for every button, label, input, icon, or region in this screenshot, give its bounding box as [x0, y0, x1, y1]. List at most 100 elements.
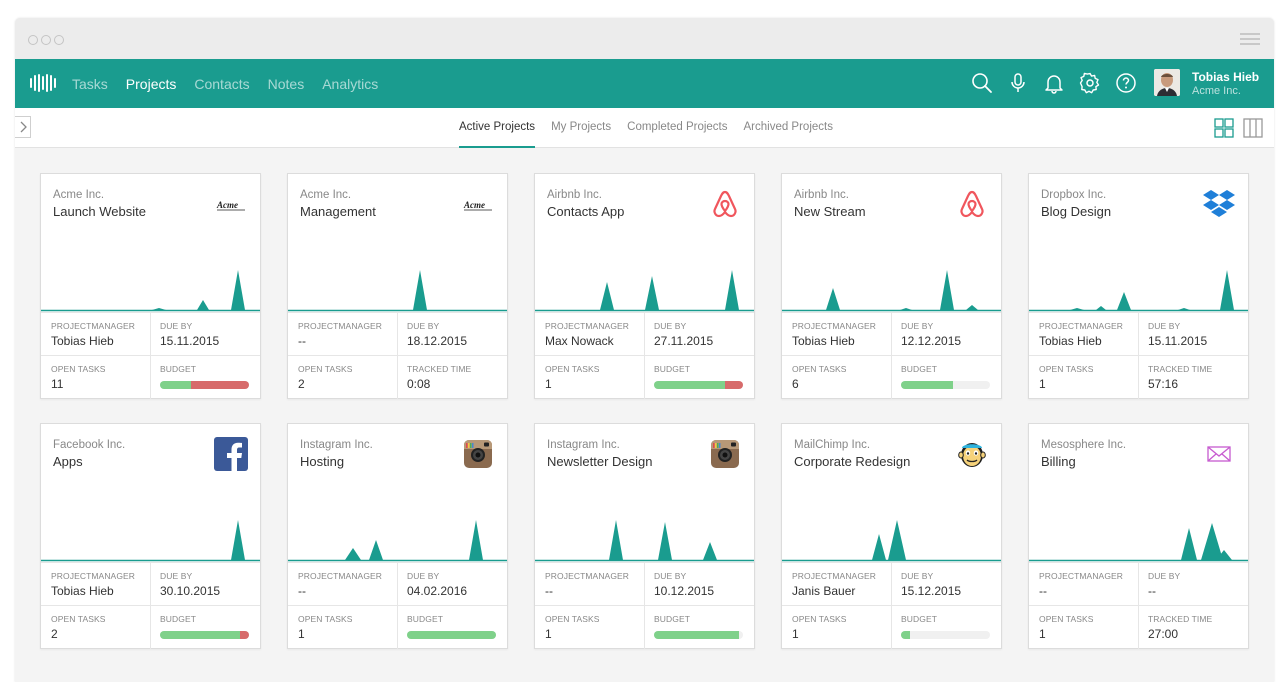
chevron-right-icon — [20, 121, 27, 133]
budget-label: BUDGET — [901, 364, 938, 374]
budget-used-fill — [160, 631, 241, 639]
project-card[interactable]: Airbnb Inc. New Stream PROJECTMANAGER Tobia… — [781, 173, 1002, 399]
tracked-label: TRACKED TIME — [1148, 364, 1213, 374]
manager-cell: PROJECTMANAGER -- — [288, 312, 398, 356]
manager-label: PROJECTMANAGER — [298, 321, 383, 331]
maximize-window-button[interactable] — [54, 35, 64, 45]
project-card[interactable]: Instagram Inc. Hosting PROJECTMANAGER -- DUE… — [287, 423, 508, 649]
grid-view-icon[interactable] — [1214, 118, 1234, 138]
tasks-cell: OPEN TASKS 1 — [535, 355, 645, 399]
manager-cell: PROJECTMANAGER -- — [535, 562, 645, 606]
tab-my-projects[interactable]: My Projects — [551, 108, 611, 148]
budget-used-fill — [407, 631, 496, 639]
nav-link-projects[interactable]: Projects — [126, 76, 177, 92]
due-cell: DUE BY 18.12.2015 — [397, 312, 507, 356]
app-logo-icon[interactable] — [30, 74, 56, 92]
project-company: Acme Inc. — [300, 189, 352, 201]
tab-completed-projects[interactable]: Completed Projects — [627, 108, 727, 148]
project-name: Management — [300, 204, 376, 219]
budget-bar — [160, 631, 249, 639]
tracked-cell: TRACKED TIME 27:00 — [1138, 605, 1248, 649]
view-switcher — [1214, 118, 1263, 138]
manager-value: -- — [545, 584, 553, 598]
nav-link-analytics[interactable]: Analytics — [322, 76, 378, 92]
due-label: DUE BY — [901, 321, 934, 331]
manager-label: PROJECTMANAGER — [792, 571, 877, 581]
project-card[interactable]: Acme Inc. Launch Website Acme PROJECTMANAGE… — [40, 173, 261, 399]
tasks-cell: OPEN TASKS 1 — [1029, 605, 1139, 649]
project-name: Billing — [1041, 454, 1076, 469]
nav-link-contacts[interactable]: Contacts — [194, 76, 249, 92]
tasks-value: 1 — [545, 627, 552, 641]
budget-cell: BUDGET — [891, 605, 1001, 649]
tracked-value: 57:16 — [1148, 377, 1179, 391]
tasks-value: 2 — [298, 377, 305, 391]
columns-view-icon[interactable] — [1243, 118, 1263, 138]
due-value: 18.12.2015 — [407, 334, 468, 348]
budget-over-fill — [191, 381, 249, 389]
due-label: DUE BY — [160, 321, 193, 331]
project-details: PROJECTMANAGER -- DUE BY 04.02.2016 OPEN TAS… — [288, 562, 507, 649]
user-menu[interactable]: Tobias Hieb Acme Inc. — [1154, 69, 1259, 99]
due-cell: DUE BY 15.11.2015 — [1138, 312, 1248, 356]
tab-active-projects[interactable]: Active Projects — [459, 108, 536, 148]
tasks-cell: OPEN TASKS 1 — [782, 605, 892, 649]
project-tabs: Active Projects My Projects Completed Proj… — [459, 108, 849, 148]
facebook-logo-icon — [214, 437, 248, 471]
manager-cell: PROJECTMANAGER Tobias Hieb — [41, 312, 151, 356]
instagram-logo-icon — [461, 437, 495, 471]
manager-value: -- — [298, 584, 306, 598]
project-company: Mesosphere Inc. — [1041, 439, 1127, 451]
bell-icon[interactable] — [1042, 71, 1066, 95]
main-nav: Tasks Projects Contacts Notes Analytics — [72, 59, 396, 108]
nav-link-tasks[interactable]: Tasks — [72, 76, 108, 92]
due-label: DUE BY — [654, 321, 687, 331]
activity-sparkline — [288, 520, 507, 562]
tasks-value: 6 — [792, 377, 799, 391]
project-card[interactable]: Mesosphere Inc. Billing PROJECTMANAGER -- DU… — [1028, 423, 1249, 649]
project-card[interactable]: Acme Inc. Management Acme PROJECTMANAGER -- D… — [287, 173, 508, 399]
tasks-value: 2 — [51, 627, 58, 641]
microphone-icon[interactable] — [1006, 71, 1030, 95]
airbnb-logo-icon — [708, 187, 742, 221]
close-window-button[interactable] — [28, 35, 38, 45]
due-value: -- — [1148, 584, 1156, 598]
project-card[interactable]: Instagram Inc. Newsletter Design PROJECTMA… — [534, 423, 755, 649]
user-name: Tobias Hieb — [1192, 70, 1260, 84]
tracked-value: 0:08 — [407, 377, 431, 391]
project-card[interactable]: Dropbox Inc. Blog Design PROJECTMANAGER Tob… — [1028, 173, 1249, 399]
project-company: Facebook Inc. — [53, 439, 126, 451]
menu-icon[interactable] — [1240, 33, 1260, 48]
dropbox-logo-icon — [1202, 187, 1236, 221]
tab-archived-projects[interactable]: Archived Projects — [744, 108, 833, 148]
project-name: New Stream — [794, 204, 866, 219]
project-company: Instagram Inc. — [300, 439, 373, 451]
avatar[interactable] — [1154, 69, 1180, 96]
project-company: Dropbox Inc. — [1041, 189, 1107, 201]
project-company: Airbnb Inc. — [547, 189, 602, 201]
mailchimp-logo-icon — [955, 437, 989, 471]
manager-label: PROJECTMANAGER — [298, 571, 383, 581]
minimize-window-button[interactable] — [41, 35, 51, 45]
tasks-value: 1 — [298, 627, 305, 641]
project-name: Corporate Redesign — [794, 454, 911, 469]
gear-icon[interactable] — [1078, 71, 1102, 95]
tasks-label: OPEN TASKS — [298, 614, 353, 624]
manager-cell: PROJECTMANAGER Tobias Hieb — [1029, 312, 1139, 356]
tasks-cell: OPEN TASKS 2 — [288, 355, 398, 399]
budget-over-fill — [240, 631, 249, 639]
due-value: 04.02.2016 — [407, 584, 468, 598]
project-card[interactable]: MailChimp Inc. Corporate Redesign PROJECTM… — [781, 423, 1002, 649]
budget-used-fill — [901, 381, 953, 389]
due-label: DUE BY — [160, 571, 193, 581]
help-icon[interactable] — [1114, 71, 1138, 95]
sidebar-toggle-button[interactable] — [15, 116, 31, 138]
nav-link-notes[interactable]: Notes — [268, 76, 305, 92]
project-card[interactable]: Facebook Inc. Apps PROJECTMANAGER Tobias Hi… — [40, 423, 261, 649]
due-value: 10.12.2015 — [654, 584, 715, 598]
project-card[interactable]: Airbnb Inc. Contacts App PROJECTMANAGER Max… — [534, 173, 755, 399]
search-icon[interactable] — [970, 71, 994, 95]
manager-cell: PROJECTMANAGER -- — [1029, 562, 1139, 606]
project-details: PROJECTMANAGER Tobias Hieb DUE BY 30.10.201… — [41, 562, 260, 649]
due-value: 27.11.2015 — [654, 334, 714, 348]
